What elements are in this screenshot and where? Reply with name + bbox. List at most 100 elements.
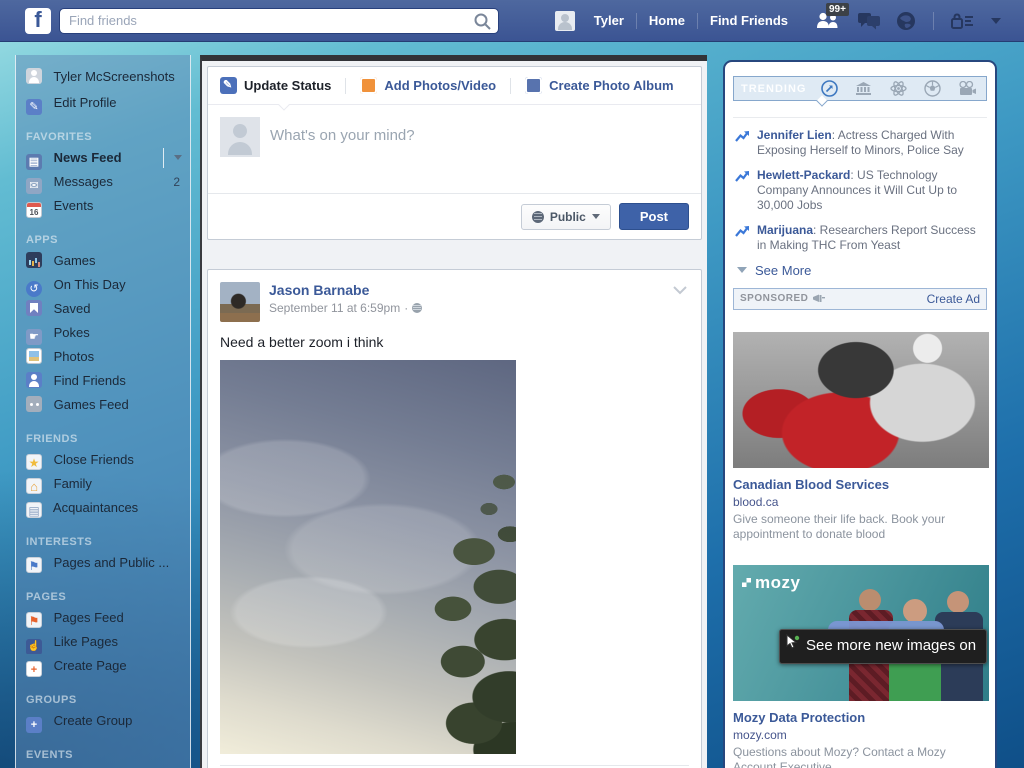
nav-find-friends-link[interactable]: Find Friends — [698, 13, 800, 28]
account-menu-caret-icon[interactable] — [990, 11, 1002, 31]
sidebar-item-games[interactable]: Games — [16, 249, 190, 273]
sidebar-item-family[interactable]: ⌂ Family — [16, 472, 190, 496]
post-button[interactable]: Post — [619, 203, 689, 230]
trending-item[interactable]: Jennifer Lien: Actress Charged With Expo… — [733, 128, 987, 159]
sidebar-item-acquaintances[interactable]: ▤ Acquaintances — [16, 496, 190, 520]
sidebar-item-create-group[interactable]: + Create Group — [16, 709, 190, 733]
nav-right-cluster: Tyler Home Find Friends 99+ — [555, 11, 1002, 31]
sidebar-item-pokes[interactable]: ☛ Pokes — [16, 321, 190, 345]
status-composer: Update Status Add Photos/Video Create Ph… — [207, 66, 702, 240]
trending-politics-tab[interactable] — [855, 81, 872, 96]
sidebar-item-messages[interactable]: ✉ Messages 2 — [16, 170, 190, 194]
news-feed-options-caret-icon[interactable] — [174, 155, 182, 160]
privacy-selector-button[interactable]: Public — [521, 204, 611, 230]
create-ad-link[interactable]: Create Ad — [927, 292, 986, 306]
sidebar-item-games-feed[interactable]: Games Feed — [16, 393, 190, 417]
trending-header-bar: TRENDING — [733, 76, 987, 101]
sidebar-item-label: Create Group — [54, 713, 133, 728]
nav-jewels: 99+ — [816, 11, 1002, 31]
trending-top-tab[interactable] — [821, 80, 838, 97]
post-author-name[interactable]: Jason Barnabe — [269, 282, 422, 298]
nav-profile-avatar[interactable] — [555, 11, 575, 31]
calendar-day: 16 — [30, 208, 39, 217]
composer-body: What's on your mind? — [208, 105, 701, 193]
privacy-shortcuts-icon[interactable] — [951, 11, 975, 31]
sponsored-ad-mozy: mozy See more new images on — [733, 565, 987, 768]
top-nav-bar: f Tyler Home Find Friends 99+ — [0, 0, 1024, 42]
games-icon — [26, 252, 42, 268]
nav-divider — [933, 12, 934, 30]
sidebar-item-saved[interactable]: Saved — [16, 297, 190, 321]
ad-image-blood-services[interactable] — [733, 332, 989, 468]
tab-create-photo-album[interactable]: Create Photo Album — [525, 77, 673, 94]
ad-image-mozy[interactable]: mozy See more new images on — [733, 565, 989, 701]
sidebar-item-label: Edit Profile — [54, 95, 117, 110]
sidebar-item-find-friends[interactable]: Find Friends — [16, 369, 190, 393]
ad-domain: mozy.com — [733, 728, 987, 742]
ad-title[interactable]: Canadian Blood Services — [733, 477, 987, 492]
sidebar-item-edit-profile[interactable]: ✎ Edit Profile — [16, 91, 190, 115]
sidebar-item-label: Games — [54, 253, 96, 268]
newspaper-icon: ▤ — [26, 154, 42, 170]
plus-icon: + — [26, 661, 42, 677]
see-more-link[interactable]: See More — [737, 263, 987, 278]
post-photo[interactable] — [220, 360, 516, 754]
nav-profile-link[interactable]: Tyler — [582, 13, 636, 28]
trending-text: Jennifer Lien: Actress Charged With Expo… — [757, 128, 985, 159]
trending-topic[interactable]: Marijuana — [757, 223, 813, 237]
friend-requests-icon[interactable]: 99+ — [816, 11, 842, 31]
trending-science-tab[interactable] — [890, 80, 907, 97]
post-timestamp[interactable]: September 11 at 6:59pm · — [269, 301, 422, 315]
composer-avatar[interactable] — [220, 117, 260, 157]
sidebar-item-create-event[interactable]: + Create Event — [16, 764, 190, 768]
calendar-icon: 16 — [26, 202, 42, 218]
sponsored-label: SPONSORED — [734, 293, 812, 304]
search-icon[interactable] — [473, 12, 493, 30]
nav-home-link[interactable]: Home — [637, 13, 697, 28]
trending-sports-tab[interactable] — [924, 80, 941, 97]
feed-post: Jason Barnabe September 11 at 6:59pm · N… — [207, 269, 702, 768]
star-icon: ★ — [26, 454, 42, 470]
sidebar-item-events[interactable]: 16 Events — [16, 194, 190, 218]
status-input[interactable]: What's on your mind? — [270, 117, 689, 181]
active-tab-notch — [816, 95, 827, 106]
facebook-logo[interactable]: f — [25, 8, 51, 34]
trending-topic[interactable]: Hewlett-Packard — [757, 168, 850, 182]
search-input[interactable] — [59, 8, 499, 34]
divider — [163, 148, 164, 168]
sidebar-profile[interactable]: Tyler McScreenshots — [16, 63, 190, 91]
album-icon — [525, 77, 542, 94]
sidebar-item-on-this-day[interactable]: ↺ On This Day — [16, 273, 190, 297]
sidebar-item-like-pages[interactable]: ☝ Like Pages — [16, 630, 190, 654]
sidebar-header-events: EVENTS — [16, 746, 190, 764]
notifications-globe-icon[interactable] — [896, 11, 916, 31]
post-author-avatar[interactable] — [220, 282, 260, 322]
tab-add-photos-video[interactable]: Add Photos/Video — [360, 77, 496, 94]
post-header: Jason Barnabe September 11 at 6:59pm · — [220, 282, 689, 322]
sidebar-item-pages-feed[interactable]: ⚑ Pages Feed — [16, 606, 190, 630]
megaphone-icon — [812, 293, 826, 304]
sidebar-item-pages-public[interactable]: ⚑ Pages and Public ... — [16, 551, 190, 575]
hover-tooltip: See more new images on — [779, 629, 987, 664]
divider — [345, 78, 346, 94]
messenger-icon[interactable] — [857, 11, 881, 31]
sidebar-item-create-page[interactable]: + Create Page — [16, 654, 190, 678]
sidebar-item-label: Pages and Public ... — [54, 555, 170, 570]
sidebar-item-close-friends[interactable]: ★ Close Friends — [16, 448, 190, 472]
sidebar-header-friends: FRIENDS — [16, 430, 190, 448]
sidebar-item-news-feed[interactable]: ▤ News Feed — [16, 146, 190, 170]
ad-title[interactable]: Mozy Data Protection — [733, 710, 987, 725]
trending-entertainment-tab[interactable] — [958, 81, 977, 96]
search-box — [59, 8, 499, 34]
post-options-chevron-icon[interactable] — [673, 282, 687, 300]
person-head — [947, 591, 969, 613]
dot-separator: · — [404, 301, 408, 315]
sidebar-item-photos[interactable]: Photos — [16, 345, 190, 369]
trending-item[interactable]: Hewlett-Packard: US Technology Company A… — [733, 168, 987, 214]
trending-text: Marijuana: Researchers Report Success in… — [757, 223, 985, 254]
trending-item[interactable]: Marijuana: Researchers Report Success in… — [733, 223, 987, 254]
pencil-icon: ✎ — [26, 99, 42, 115]
tab-update-status[interactable]: Update Status — [220, 77, 331, 94]
trending-topic[interactable]: Jennifer Lien — [757, 128, 832, 142]
see-more-label: See More — [755, 263, 811, 278]
